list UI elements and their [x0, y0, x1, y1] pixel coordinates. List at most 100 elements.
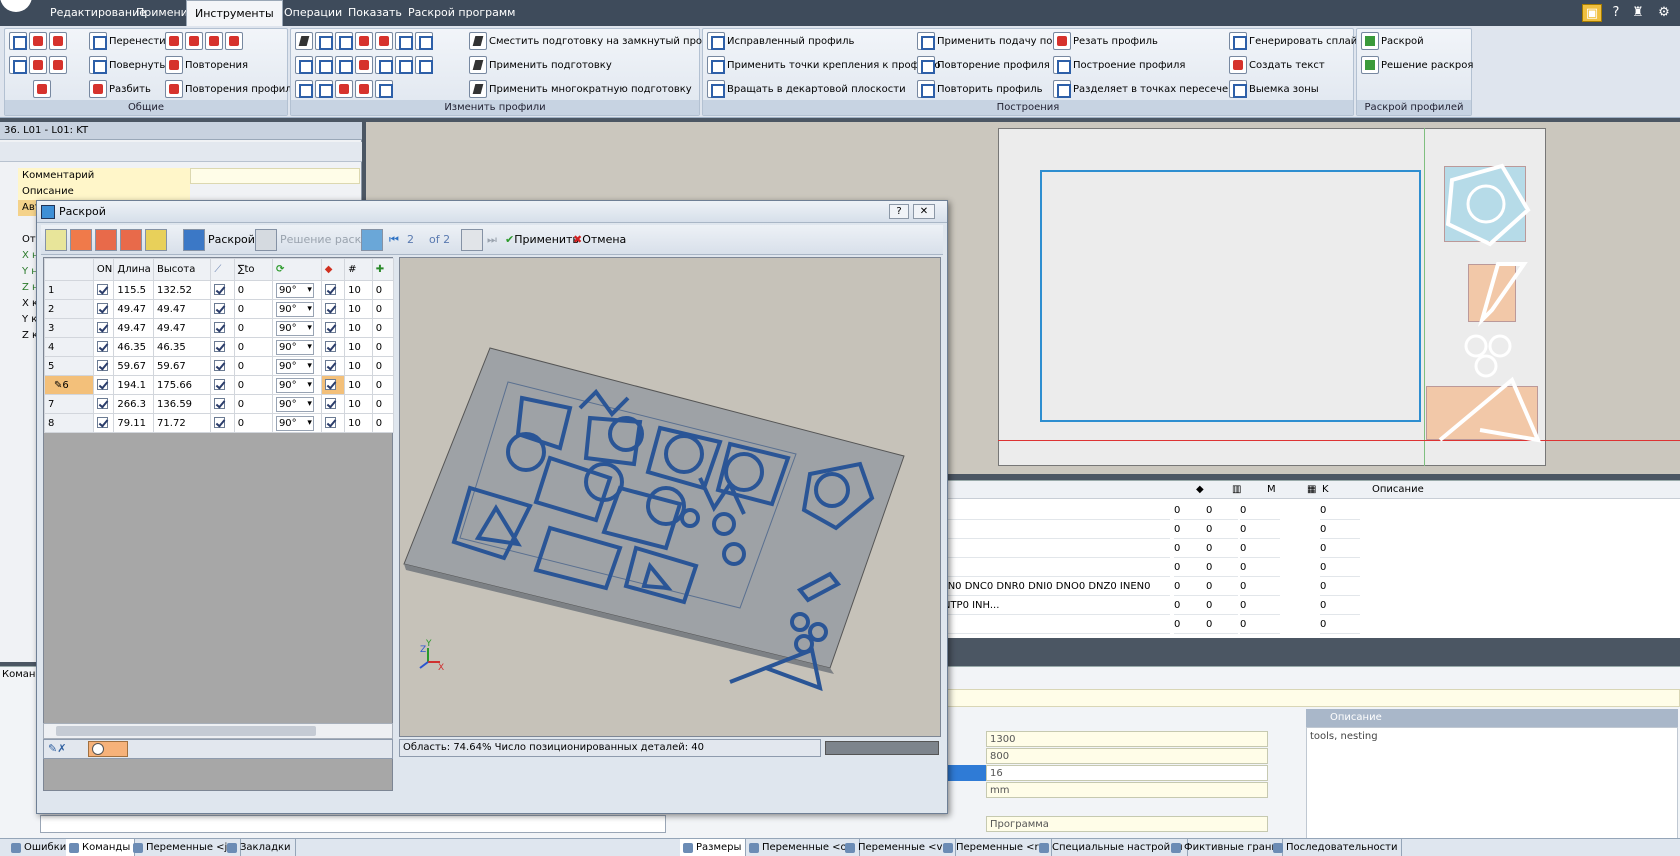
apply-multi-prep-button[interactable]: Применить многократную подготовку [469, 79, 692, 101]
line-icon[interactable] [315, 80, 333, 98]
mirror-checkbox[interactable] [324, 379, 336, 391]
zone-pocket-button[interactable]: Выемка зоны [1229, 79, 1319, 101]
height-cell[interactable]: 175.66 [153, 375, 212, 395]
repeat-profile-button[interactable]: Повторить профиль [917, 79, 1043, 101]
col-rotate[interactable]: ⟳ [271, 258, 322, 281]
on-cell[interactable] [92, 375, 115, 395]
corner-checkbox[interactable] [214, 341, 226, 353]
grid-view-icon[interactable] [461, 229, 486, 251]
mirror-cell[interactable] [320, 318, 346, 338]
angle-select[interactable]: 90° [275, 301, 314, 317]
explode-icon[interactable] [225, 32, 243, 50]
remove-part-icon[interactable] [120, 229, 142, 251]
sum-to-cell[interactable]: 0 [233, 299, 273, 319]
last-solution-icon[interactable]: ⏭ [487, 229, 497, 251]
row-k[interactable]: 0 [1320, 615, 1360, 634]
mirror-cell[interactable] [320, 337, 346, 357]
part-row[interactable]: 1115.5132.52090°100 [44, 280, 395, 300]
corner-cell[interactable] [210, 280, 235, 300]
tab-bookmarks[interactable]: Закладки [224, 839, 296, 856]
corner-cell[interactable] [210, 318, 235, 338]
explode-profile-icon[interactable] [395, 56, 413, 74]
quantity-cell[interactable]: 10 [344, 337, 373, 357]
smooth-icon[interactable] [375, 56, 393, 74]
length-cell[interactable]: 46.35 [113, 337, 155, 357]
row-k[interactable]: 0 [1320, 558, 1360, 577]
row-m[interactable]: 0 [1240, 615, 1280, 634]
mirror-checkbox[interactable] [324, 322, 336, 334]
corner-cell[interactable] [210, 337, 235, 357]
row-number[interactable]: 5 [44, 356, 94, 376]
on-cell[interactable] [92, 356, 115, 376]
row-number[interactable]: 4 [44, 337, 94, 357]
corner-checkbox[interactable] [214, 322, 226, 334]
row-m[interactable]: 0 [1240, 577, 1280, 596]
on-checkbox[interactable] [96, 322, 108, 334]
generate-spline-button[interactable]: Генерировать сплайн [1229, 31, 1364, 53]
length-cell[interactable]: 266.3 [113, 394, 155, 414]
corner-checkbox[interactable] [214, 303, 226, 315]
move-button[interactable]: Перенести [89, 31, 166, 53]
on-checkbox[interactable] [96, 360, 108, 372]
shift-prep-button[interactable]: Сместить подготовку на замкнутый профиль [469, 31, 729, 53]
prop-comment-value[interactable] [190, 168, 360, 184]
on-checkbox[interactable] [96, 379, 108, 391]
angle-select[interactable]: 90° [275, 377, 314, 393]
col-corner-icon[interactable]: ⟋ [210, 258, 235, 281]
length-cell[interactable]: 79.11 [113, 413, 155, 433]
on-cell[interactable] [92, 318, 115, 338]
row-description[interactable] [940, 558, 1170, 577]
row-k[interactable]: 0 [1320, 577, 1360, 596]
down-arrow-icon[interactable] [335, 80, 353, 98]
row-m[interactable]: 0 [1240, 520, 1280, 539]
corner-cell[interactable] [210, 356, 235, 376]
row-description[interactable]: DN0 DNC0 DNR0 DNI0 DNO0 DNZ0 INEN0 INTP0… [940, 577, 1170, 611]
trim-icon[interactable] [295, 56, 313, 74]
row-number[interactable]: 2 [44, 299, 94, 319]
angle-cell[interactable]: 90° [271, 394, 322, 414]
extend-icon[interactable] [395, 32, 413, 50]
angle-select[interactable]: 90° [275, 282, 314, 298]
length-cell[interactable]: 49.47 [113, 299, 155, 319]
run-nest-button[interactable]: Раскрой [183, 229, 255, 251]
command-input[interactable] [40, 815, 666, 833]
menu-tools[interactable]: Инструменты [186, 0, 283, 26]
row-chart[interactable]: 0 [1206, 596, 1238, 615]
col-on[interactable]: ON [92, 258, 115, 281]
sum-to-cell[interactable]: 0 [233, 280, 273, 300]
extra-cell[interactable]: 0 [371, 299, 395, 319]
align-icon[interactable] [9, 56, 27, 74]
menu-nest-programs[interactable]: Раскрой программ [400, 0, 523, 26]
sum-to-cell[interactable]: 0 [233, 375, 273, 395]
col-height[interactable]: Высота [153, 258, 212, 281]
angle-select[interactable]: 90° [275, 396, 314, 412]
row-description[interactable] [940, 615, 1170, 634]
profile-repetitions-button[interactable]: Повторения профиля [165, 79, 298, 101]
corner-checkbox[interactable] [214, 379, 226, 391]
description-text[interactable]: tools, nesting [1306, 727, 1678, 841]
ribbon-nest-button[interactable]: Раскрой [1361, 31, 1424, 53]
corner-cell[interactable] [210, 299, 235, 319]
part-row[interactable]: 349.4749.47090°100 [44, 318, 395, 338]
col-mirror[interactable]: ◆ [320, 258, 346, 281]
angle-select[interactable]: 90° [275, 320, 314, 336]
extra-cell[interactable]: 0 [371, 375, 395, 395]
delete-array-icon[interactable] [205, 32, 223, 50]
row-m[interactable]: 0 [1240, 539, 1280, 558]
angle-select[interactable]: 90° [275, 415, 314, 431]
row-k[interactable]: 0 [1320, 501, 1360, 520]
nest-settings-icon[interactable] [45, 229, 67, 251]
row-k[interactable]: 0 [1320, 520, 1360, 539]
move-icon[interactable] [9, 32, 27, 50]
dialog-help-icon[interactable]: ? [889, 204, 909, 219]
apply-z-feed-button[interactable]: Применить подачу по Z [917, 31, 1062, 53]
mirror-checkbox[interactable] [324, 398, 336, 410]
row-layer[interactable]: 0 [1174, 577, 1206, 596]
part-row[interactable]: 249.4749.47090°100 [44, 299, 395, 319]
settings-tree-icon[interactable]: ♜ [1628, 4, 1648, 22]
split-intersections-button[interactable]: Разделяет в точках пересечения [1053, 79, 1247, 101]
row-chart[interactable]: 0 [1206, 615, 1238, 634]
sum-to-cell[interactable]: 0 [233, 356, 273, 376]
row-layer[interactable]: 0 [1174, 615, 1206, 634]
curve-icon[interactable] [315, 32, 333, 50]
